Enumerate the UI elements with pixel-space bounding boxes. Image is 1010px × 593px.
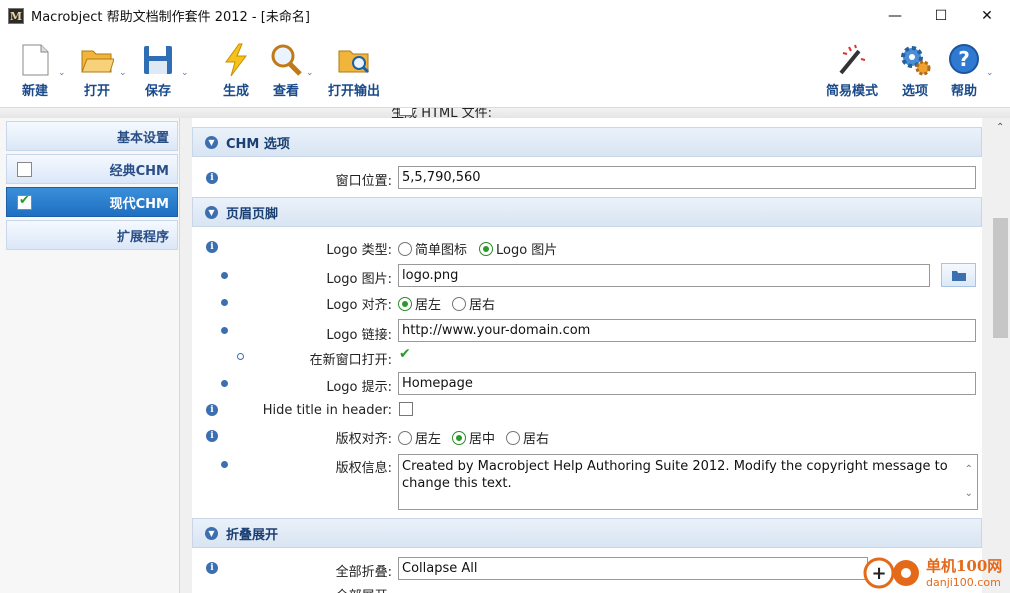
sidebar-item-modern-chm[interactable]: 现代CHM: [6, 187, 178, 217]
logo-align-right-radio[interactable]: 居右: [452, 294, 495, 313]
open-new-window-checkbox[interactable]: [399, 346, 413, 364]
options-button[interactable]: 选项: [898, 43, 932, 99]
open-dropdown-icon[interactable]: ⌄: [119, 68, 127, 78]
minimize-button[interactable]: —: [872, 0, 918, 31]
lightning-icon: [219, 43, 253, 77]
open-button[interactable]: 打开: [80, 43, 115, 99]
help-button[interactable]: ? 帮助: [947, 43, 981, 99]
watermark-logo-icon: +: [863, 557, 919, 589]
browse-folder-button[interactable]: [941, 263, 976, 287]
collapse-all-input[interactable]: Collapse All: [398, 557, 868, 580]
watermark: + 单机100网 danji100.com: [862, 553, 1002, 591]
maximize-button[interactable]: ☐: [918, 0, 964, 31]
save-dropdown-icon[interactable]: ⌄: [181, 68, 189, 78]
scroll-up-arrow-icon[interactable]: ⌃: [996, 122, 1004, 133]
copyright-align-center-radio[interactable]: 居中: [452, 428, 495, 447]
collapse-icon: ▼: [205, 205, 218, 219]
logo-type-image-radio[interactable]: Logo 图片: [479, 239, 557, 258]
logo-tip-input[interactable]: Homepage: [398, 372, 976, 395]
sidebar-item-basic-settings[interactable]: 基本设置: [6, 121, 178, 151]
scroll-up-icon[interactable]: ⌃: [965, 461, 973, 478]
logo-link-input[interactable]: http://www.your-domain.com: [398, 319, 976, 342]
cut-off-row-bottom: 全部展开:: [192, 585, 972, 593]
magic-wand-icon: [835, 43, 869, 77]
close-button[interactable]: ✕: [964, 0, 1010, 31]
window-title: Macrobject 帮助文档制作套件 2012 - [未命名]: [31, 10, 310, 25]
svg-text:+: +: [871, 563, 886, 584]
new-document-icon: [18, 43, 52, 77]
toolbar: 新建 ⌄ 打开 ⌄ 保存 ⌄ 生成 查看 ⌄ 打开输出 简易模式 选项 ? 帮助…: [0, 31, 1010, 108]
sidebar-item-classic-chm[interactable]: 经典CHM: [6, 154, 178, 184]
open-output-button[interactable]: 打开输出: [328, 43, 380, 99]
cut-off-row: 生成 HTML 文件:: [192, 108, 992, 118]
svg-text:?: ?: [958, 47, 970, 71]
new-button[interactable]: 新建: [18, 43, 52, 99]
folder-open-icon: [80, 43, 115, 77]
help-dropdown-icon[interactable]: ⌄: [986, 68, 994, 78]
collapse-icon: ▼: [205, 526, 218, 540]
view-button[interactable]: 查看: [269, 43, 303, 99]
section-header-footer[interactable]: ▼ 页眉页脚: [192, 197, 982, 227]
scroll-down-icon[interactable]: ⌄: [965, 485, 973, 502]
classic-chm-checkbox[interactable]: [17, 162, 32, 177]
copyright-align-right-radio[interactable]: 居右: [506, 428, 549, 447]
window-position-input[interactable]: 5,5,790,560: [398, 166, 976, 189]
copyright-align-left-radio[interactable]: 居左: [398, 428, 441, 447]
section-chm-options[interactable]: ▼ CHM 选项: [192, 127, 982, 157]
vertical-scrollbar[interactable]: ⌃: [992, 118, 1010, 593]
generate-html-checkbox[interactable]: [399, 108, 413, 116]
title-bar: M Macrobject 帮助文档制作套件 2012 - [未命名] — ☐ ✕: [0, 0, 1010, 31]
magnifier-icon: [269, 43, 303, 77]
save-icon: [141, 43, 175, 77]
view-dropdown-icon[interactable]: ⌄: [306, 68, 314, 78]
hide-title-checkbox[interactable]: [399, 402, 413, 416]
copyright-info-textarea[interactable]: Created by Macrobject Help Authoring Sui…: [398, 454, 978, 510]
folder-search-icon: [337, 43, 371, 77]
modern-chm-checkbox[interactable]: [17, 193, 32, 210]
gear-icon: [898, 43, 932, 77]
new-dropdown-icon[interactable]: ⌄: [58, 68, 66, 78]
scrollbar-thumb[interactable]: [993, 218, 1008, 338]
logo-type-simple-icon-radio[interactable]: 简单图标: [398, 239, 467, 258]
help-icon: ?: [947, 43, 981, 77]
section-collapse-expand[interactable]: ▼ 折叠展开: [192, 518, 982, 548]
logo-image-input[interactable]: logo.png: [398, 264, 930, 287]
folder-icon: [951, 270, 966, 281]
easy-mode-button[interactable]: 简易模式: [826, 43, 878, 99]
build-button[interactable]: 生成: [219, 43, 253, 99]
logo-align-left-radio[interactable]: 居左: [398, 294, 441, 313]
save-button[interactable]: 保存: [141, 43, 175, 99]
collapse-icon: ▼: [205, 135, 218, 149]
sidebar-item-extensions[interactable]: 扩展程序: [6, 220, 178, 250]
sidebar: 基本设置 经典CHM 现代CHM 扩展程序: [0, 118, 180, 593]
app-icon: M: [8, 7, 24, 24]
